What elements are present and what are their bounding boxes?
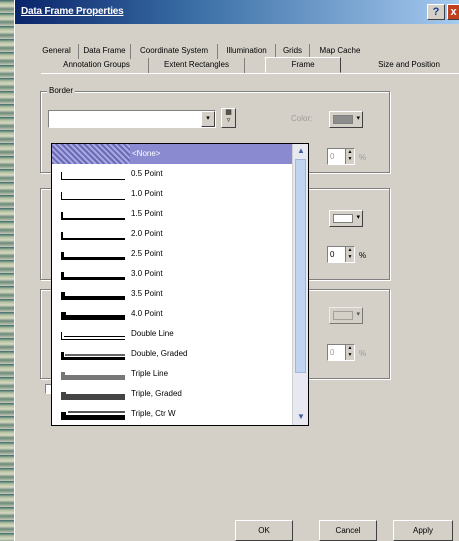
background-desktop-strip — [0, 0, 14, 541]
symbol-selector-icon: ▦ ▿ — [225, 109, 232, 124]
spin-arrows-icon[interactable]: ▲ ▼ — [345, 345, 354, 360]
border-style-combo[interactable]: ▾ — [48, 110, 216, 128]
tab-size-and-position[interactable]: Size and Position — [361, 58, 457, 73]
tab-general[interactable]: General — [35, 44, 79, 59]
help-button[interactable]: ? — [427, 4, 445, 20]
chevron-down-icon: ▾ — [356, 214, 360, 221]
shadow-gap-value: 0 — [330, 348, 335, 357]
dropdown-item-label: 3.0 Point — [131, 269, 163, 278]
dropdown-item-3-5-point[interactable]: 3.5 Point — [52, 284, 292, 304]
chevron-down-icon[interactable]: ▾ — [201, 111, 215, 127]
dropdown-item-label: 2.5 Point — [131, 249, 163, 258]
dropdown-item-label: 0.5 Point — [131, 169, 163, 178]
border-color-label: Color: — [291, 114, 313, 123]
dropdown-item-label: 4.0 Point — [131, 309, 163, 318]
dropdown-item-3-0-point[interactable]: 3.0 Point — [52, 264, 292, 284]
dropdown-item-1-5-point[interactable]: 1.5 Point — [52, 204, 292, 224]
chevron-down-icon: ▾ — [356, 311, 360, 318]
border-group-title: Border — [47, 86, 76, 95]
dropdown-item-double-graded[interactable]: Double, Graded — [52, 344, 292, 364]
background-color-swatch — [333, 214, 353, 223]
scroll-down-icon[interactable]: ▼ — [294, 410, 308, 424]
dropdown-item-1-0-point[interactable]: 1.0 Point — [52, 184, 292, 204]
dropdown-item-label: 2.0 Point — [131, 229, 163, 238]
dropdown-item-label: Double Line — [131, 329, 174, 338]
ok-button[interactable]: OK — [235, 520, 293, 541]
tab-row-1: General Data Frame Coordinate System Ill… — [31, 44, 459, 59]
tab-data-frame[interactable]: Data Frame — [79, 44, 131, 59]
shadow-gap-percent: % — [359, 349, 367, 358]
shadow-gap-spinner[interactable]: 0 ▲ ▼ — [327, 344, 355, 361]
border-gap-value: 0 — [330, 152, 335, 161]
dropdown-item-2-5-point[interactable]: 2.5 Point — [52, 244, 292, 264]
spin-arrows-icon[interactable]: ▲ ▼ — [345, 149, 354, 164]
dropdown-item-triple-ctr-w[interactable]: Triple, Ctr W — [52, 404, 292, 424]
title-bar[interactable]: Data Frame Properties ? x — [15, 0, 459, 24]
border-style-dropdown-list[interactable]: <None> 0.5 Point 1.0 Point 1.5 Point 2.0… — [51, 143, 309, 426]
tab-coordinate-system[interactable]: Coordinate System — [131, 44, 218, 59]
border-gap-spinner[interactable]: 0 ▲ ▼ — [327, 148, 355, 165]
tab-row-2: Annotation Groups Extent Rectangles Fram… — [31, 57, 459, 73]
chevron-down-icon: ▾ — [356, 115, 360, 122]
scrollbar-thumb[interactable] — [295, 159, 306, 373]
close-button[interactable]: x — [447, 4, 459, 20]
dropdown-item-none[interactable]: <None> — [52, 144, 292, 164]
shadow-color-swatch — [333, 311, 353, 320]
dropdown-item-triple-line[interactable]: Triple Line — [52, 364, 292, 384]
background-gap-percent: % — [359, 251, 367, 260]
dropdown-item-double-line[interactable]: Double Line — [52, 324, 292, 344]
dropdown-item-triple-graded[interactable]: Triple, Graded — [52, 384, 292, 404]
dropdown-item-4-0-point[interactable]: 4.0 Point — [52, 304, 292, 324]
dropdown-item-label: <None> — [132, 149, 161, 158]
spin-arrows-icon[interactable]: ▲ ▼ — [345, 247, 354, 262]
dropdown-item-label: Triple, Ctr W — [131, 409, 176, 418]
background-gap-spinner[interactable]: 0 ▲ ▼ — [327, 246, 355, 263]
dropdown-item-label: Triple Line — [131, 369, 169, 378]
dropdown-item-label: 1.5 Point — [131, 209, 163, 218]
dropdown-scrollbar[interactable]: ▲ ▼ — [292, 144, 308, 425]
background-color-picker[interactable]: ▾ — [329, 210, 363, 227]
dropdown-item-0-5-point[interactable]: 0.5 Point — [52, 164, 292, 184]
border-symbol-selector-button[interactable]: ▦ ▿ — [221, 108, 236, 128]
tab-extent-rectangles[interactable]: Extent Rectangles — [149, 58, 245, 73]
dropdown-item-label: Triple, Graded — [131, 389, 182, 398]
dropdown-item-2-0-point[interactable]: 2.0 Point — [52, 224, 292, 244]
dropdown-item-label: 1.0 Point — [131, 189, 163, 198]
border-color-picker[interactable]: ▾ — [329, 111, 363, 128]
tab-panel-edge — [41, 73, 459, 74]
cancel-button[interactable]: Cancel — [319, 520, 377, 541]
border-gap-percent: % — [359, 153, 367, 162]
border-color-swatch — [333, 115, 353, 124]
apply-button[interactable]: Apply — [393, 520, 453, 541]
dropdown-item-label: Double, Graded — [131, 349, 188, 358]
tab-frame[interactable]: Frame — [265, 57, 341, 73]
scroll-up-icon[interactable]: ▲ — [294, 144, 308, 158]
tab-annotation-groups[interactable]: Annotation Groups — [45, 58, 149, 73]
background-gap-value: 0 — [330, 250, 335, 259]
dropdown-item-label: 3.5 Point — [131, 289, 163, 298]
shadow-color-picker[interactable]: ▾ — [329, 307, 363, 324]
window-title: Data Frame Properties — [21, 6, 124, 17]
